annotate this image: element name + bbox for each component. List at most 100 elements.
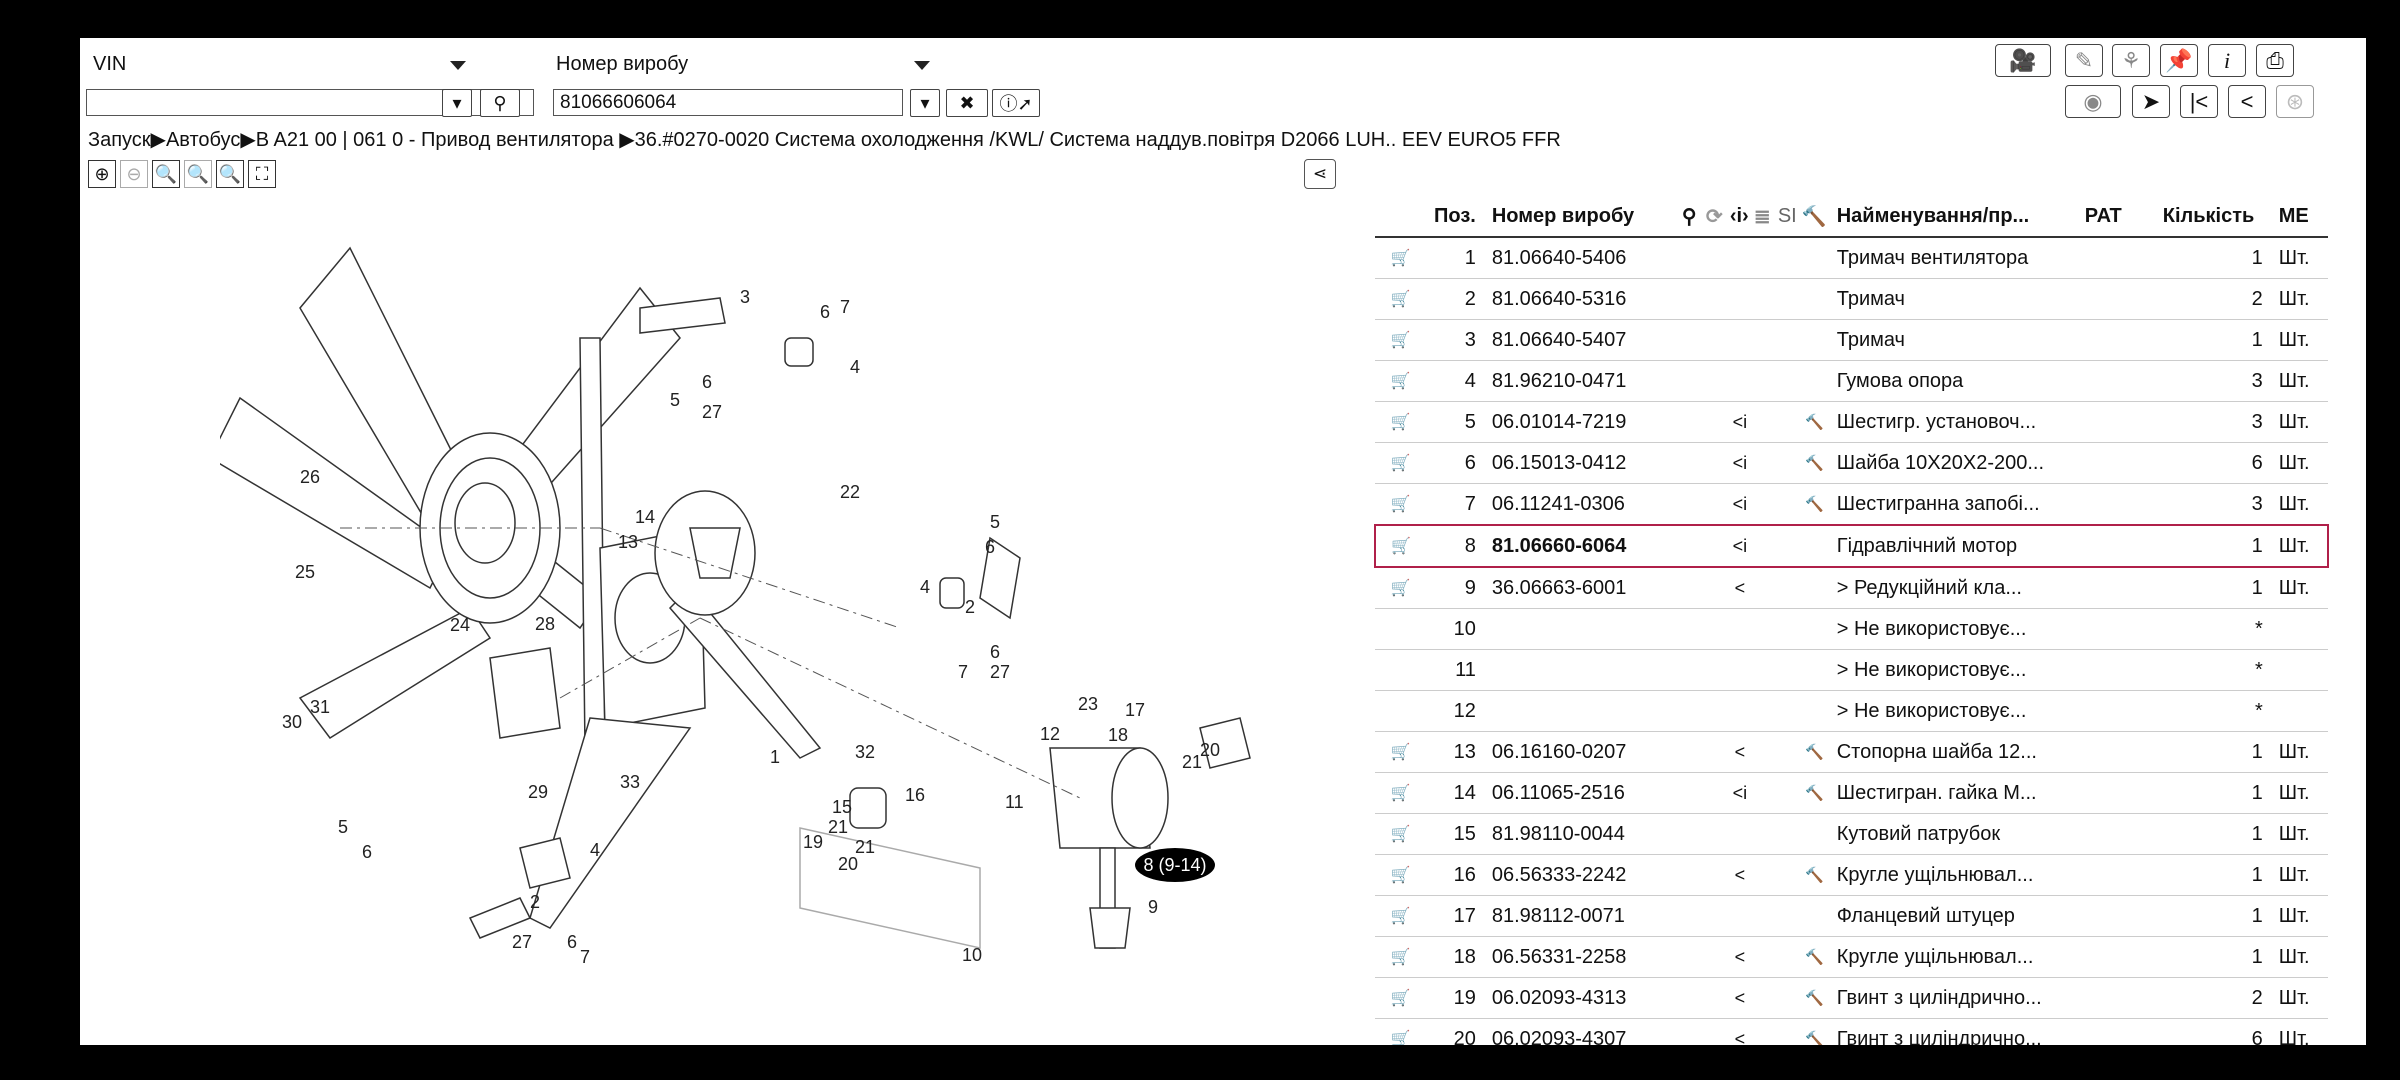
cell-pat	[2076, 278, 2155, 320]
cart-icon[interactable]: 🛒	[1375, 1018, 1426, 1045]
header-pat[interactable]: PAT	[2076, 196, 2155, 238]
cell-number: 81.06640-5406	[1483, 237, 1680, 279]
info-button[interactable]: i	[2208, 44, 2246, 77]
cover-plate[interactable]	[654, 490, 756, 616]
vin-dropdown-arrow-icon[interactable]	[450, 61, 466, 70]
table-row[interactable]: 🛒 4 81.96210-0471 Гумова опора 3 Шт.	[1375, 360, 2328, 402]
cell-pos: 19	[1426, 977, 1484, 1019]
wheel-button[interactable]: ◉	[2065, 85, 2121, 118]
cell-refresh	[1703, 442, 1728, 484]
cart-icon[interactable]: 🛒	[1375, 278, 1426, 320]
cart-icon[interactable]: 🛒	[1375, 401, 1426, 443]
cart-icon[interactable]: 🛒	[1375, 442, 1426, 484]
edit-button[interactable]: ✎	[2065, 44, 2103, 77]
cart-icon[interactable]: 🛒	[1375, 772, 1426, 814]
cart-icon[interactable]: 🛒	[1375, 813, 1426, 855]
table-row[interactable]: 🛒 9 36.06663-6001 < > Редукційний кла... 1 Шт.	[1375, 567, 2328, 609]
table-row[interactable]: 🛒 3 81.06640-5407 Тримач 1 Шт.	[1375, 319, 2328, 361]
cell-filter	[1679, 813, 1704, 855]
table-row[interactable]: 12 > Не використовує... *	[1375, 690, 2328, 732]
clear-button[interactable]: ✖	[946, 89, 988, 117]
pin-button[interactable]: 📌	[2160, 44, 2198, 77]
header-number[interactable]: Номер виробу	[1483, 196, 1680, 238]
header-name[interactable]: Найменування/пр...	[1828, 196, 2077, 238]
header-doc-icon[interactable]: ≣	[1751, 196, 1776, 238]
cart-icon[interactable]: 🛒	[1375, 483, 1426, 526]
cart-icon[interactable]: 🛒	[1375, 895, 1426, 937]
cell-qty: 1	[2154, 524, 2271, 568]
cell-pat	[2076, 1018, 2155, 1045]
table-row[interactable]: 🛒 14 06.11065-2516 <i 🔨 Шестигран. гайка M...…	[1375, 772, 2328, 814]
cell-qty: 3	[2154, 483, 2271, 526]
cart-icon[interactable]: 🛒	[1374, 524, 1426, 568]
table-row[interactable]: 🛒 19 06.02093-4313 < 🔨 Гвинт з циліндрично...…	[1375, 977, 2328, 1019]
cart-icon[interactable]: 🛒	[1375, 319, 1426, 361]
cart-icon[interactable]: 🛒	[1375, 977, 1426, 1019]
cell-name: Шайба 10X20X2-200...	[1828, 442, 2077, 484]
cart-icon[interactable]: 🛒	[1375, 237, 1426, 279]
header-info-flag-icon[interactable]: ‹i›	[1727, 196, 1752, 238]
header-refresh-icon[interactable]: ⟳	[1703, 196, 1728, 238]
print-button[interactable]: ⎙	[2256, 44, 2294, 77]
cell-pat	[2076, 237, 2155, 279]
cell-number: 81.98112-0071	[1483, 895, 1680, 937]
header-pos[interactable]: Поз.	[1426, 196, 1484, 238]
cart-icon[interactable]: 🛒	[1375, 360, 1426, 402]
zoom-in-button[interactable]: ⊕	[88, 160, 116, 188]
info-go-button[interactable]: ⓘ➚	[992, 89, 1040, 117]
header-me[interactable]: МЕ	[2270, 196, 2328, 238]
header-tool-icon[interactable]: 🔨	[1799, 196, 1829, 238]
table-row[interactable]: 🛒 13 06.16160-0207 < 🔨 Стопорна шайба 12... 1 Ш…	[1375, 731, 2328, 773]
callout-badge[interactable]: 8 (9-14)	[1135, 848, 1215, 882]
first-button[interactable]: |<	[2180, 85, 2218, 118]
header-qty[interactable]: Кількість	[2154, 196, 2271, 238]
disabled-button[interactable]: ⊛	[2276, 85, 2314, 118]
cell-doc	[1751, 854, 1776, 896]
table-row[interactable]: 11 > Не використовує... *	[1375, 649, 2328, 691]
share-icon: ⋖	[1312, 164, 1328, 183]
table-row[interactable]: 🛒 20 06.02093-4307 < 🔨 Гвинт з циліндрично...…	[1375, 1018, 2328, 1045]
arrow-button[interactable]: ➤	[2132, 85, 2170, 118]
table-row[interactable]: 10 > Не використовує... *	[1375, 608, 2328, 650]
zoom-area-icon: 🔍	[154, 163, 178, 184]
zoom-out-button[interactable]: ⊖	[120, 160, 148, 188]
cell-me: Шт.	[2270, 895, 2328, 937]
share-button[interactable]: ⋖	[1304, 159, 1336, 189]
table-row[interactable]: 🛒 5 06.01014-7219 <i 🔨 Шестигр. установоч... 3…	[1375, 401, 2328, 443]
product-number-input[interactable]: 81066606064	[553, 89, 903, 116]
hammer-icon: 🔨	[1799, 442, 1829, 484]
zoom-reset-button[interactable]: 🔍	[184, 160, 212, 188]
breadcrumb[interactable]: Запуск▶Автобус▶B A21 00 | 061 0 - Привод…	[88, 127, 1561, 152]
video-button[interactable]: 🎥	[1995, 44, 2051, 77]
product-dropdown-arrow-icon[interactable]	[914, 61, 930, 70]
hierarchy-button[interactable]: ⚘	[2112, 44, 2150, 77]
prev-button[interactable]: <	[2228, 85, 2266, 118]
table-row[interactable]: 🛒 8 81.06660-6064 <i Гідравлічний мотор 1 Шт.	[1374, 524, 2329, 568]
zoom-area-button[interactable]: 🔍	[152, 160, 180, 188]
header-filter-icon[interactable]: ⚲	[1679, 196, 1704, 238]
vin-dropdown-button[interactable]: ▾	[442, 89, 472, 117]
cell-tool	[1799, 608, 1829, 650]
cart-icon[interactable]: 🛒	[1375, 854, 1426, 896]
table-row[interactable]: 🛒 2 81.06640-5316 Тримач 2 Шт.	[1375, 278, 2328, 320]
cart-icon[interactable]: 🛒	[1375, 567, 1426, 609]
table-row[interactable]: 🛒 17 81.98112-0071 Фланцевий штуцер 1 Шт.	[1375, 895, 2328, 937]
table-row[interactable]: 🛒 15 81.98110-0044 Кутовий патрубок 1 Шт.	[1375, 813, 2328, 855]
search-button[interactable]: ⚲	[480, 89, 520, 117]
zoom-fit-button[interactable]: 🔍	[216, 160, 244, 188]
cell-refresh	[1703, 1018, 1728, 1045]
cell-doc	[1751, 895, 1776, 937]
header-si[interactable]: SI	[1775, 196, 1800, 238]
part-number-labels[interactable]: 36 7 465 272622 14135 6254 224 28 6277 313…	[282, 287, 1220, 967]
fullscreen-button[interactable]: ⛶	[248, 160, 276, 188]
product-dropdown-button[interactable]: ▾	[910, 89, 940, 117]
table-row[interactable]: 🛒 18 06.56331-2258 < 🔨 Кругле ущільнювал... 1 Ш…	[1375, 936, 2328, 978]
table-row[interactable]: 🛒 16 06.56333-2242 < 🔨 Кругле ущільнювал... 1 Ш…	[1375, 854, 2328, 896]
cart-icon[interactable]: 🛒	[1375, 936, 1426, 978]
exploded-parts-drawing[interactable]: 8 (9-14) 36 7 465 272622 14135 6254 224 28…	[220, 228, 1280, 1008]
table-row[interactable]: 🛒 6 06.15013-0412 <i 🔨 Шайба 10X20X2-200... 6 Ш…	[1375, 442, 2328, 484]
cart-icon[interactable]: 🛒	[1375, 731, 1426, 773]
table-row[interactable]: 🛒 1 81.06640-5406 Тримач вентилятора 1 Шт.	[1375, 237, 2328, 279]
bracket-assembly[interactable]	[468, 297, 822, 939]
table-row[interactable]: 🛒 7 06.11241-0306 <i 🔨 Шестигранна запобі... 3…	[1375, 483, 2328, 526]
